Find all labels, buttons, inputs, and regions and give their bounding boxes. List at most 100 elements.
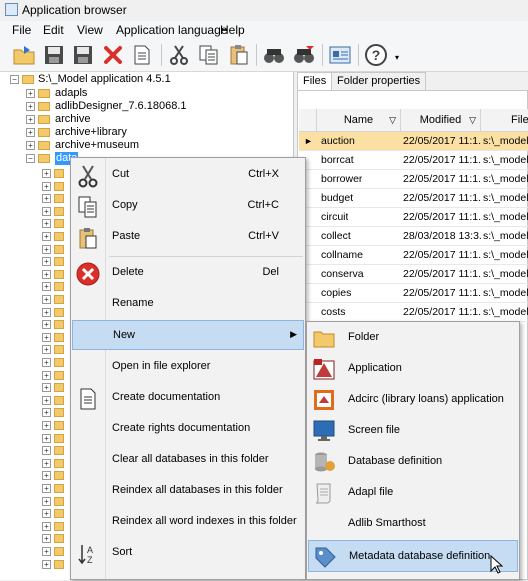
expand-icon[interactable]: + <box>42 332 51 342</box>
tree-child-item[interactable]: + <box>0 532 70 545</box>
cut-icon[interactable] <box>165 41 193 69</box>
tree-child-item[interactable]: + <box>0 495 70 508</box>
tree-child-item[interactable]: + <box>0 318 70 331</box>
tree-child-item[interactable]: + <box>0 217 70 230</box>
tree-child-item[interactable]: + <box>0 419 70 432</box>
tree-child-item[interactable]: + <box>0 205 70 218</box>
submenu-item-adapl[interactable]: Adapl file <box>307 477 519 508</box>
tree-child-item[interactable]: + <box>0 180 70 193</box>
column-name[interactable]: Name ▽ <box>317 109 401 131</box>
expand-icon[interactable]: + <box>42 320 51 330</box>
menu-edit[interactable]: Edit <box>43 23 64 37</box>
paste-icon[interactable] <box>225 41 253 69</box>
submenu-item-folder[interactable]: Folder <box>307 322 519 353</box>
tree-child-item[interactable]: + <box>0 343 70 356</box>
menu-item-create-documentation[interactable]: Create documentation <box>71 383 305 413</box>
tree-child-item[interactable]: + <box>0 369 70 382</box>
tree-item-adapls[interactable]: + adapls <box>0 87 290 100</box>
save-all-icon[interactable] <box>69 41 97 69</box>
expand-icon[interactable]: + <box>42 471 51 481</box>
expand-icon[interactable]: + <box>42 282 51 292</box>
tree-child-item[interactable]: + <box>0 255 70 268</box>
tree-child-item[interactable]: + <box>0 394 70 407</box>
tree-child-item[interactable]: + <box>0 293 70 306</box>
tree-child-item[interactable]: + <box>0 558 70 571</box>
table-row[interactable]: costs 22/05/2017 11:1...s:\_model a <box>299 303 528 322</box>
tree-item-archive-library[interactable]: + archive+library <box>0 126 290 139</box>
menu-item-new[interactable]: New ▶ <box>72 320 304 350</box>
expand-icon[interactable]: + <box>42 194 51 204</box>
tree-child-item[interactable]: + <box>0 306 70 319</box>
expand-icon[interactable]: + <box>42 559 51 569</box>
tree-child-item[interactable]: + <box>0 167 70 180</box>
expand-icon[interactable]: + <box>42 458 51 468</box>
expand-icon[interactable]: + <box>42 345 51 355</box>
submenu-item-metadata-database[interactable]: Metadata database definition <box>308 540 518 572</box>
table-row[interactable]: borrcat 22/05/2017 11:1...s:\_model a <box>299 151 528 170</box>
menu-item-paste[interactable]: Paste Ctrl+V <box>71 222 305 252</box>
tree-child-item[interactable]: + <box>0 230 70 243</box>
expand-icon[interactable]: + <box>42 521 51 531</box>
expand-icon[interactable]: + <box>42 307 51 317</box>
submenu-item-application[interactable]: Application <box>307 353 519 384</box>
expand-icon[interactable]: + <box>42 446 51 456</box>
tree-root[interactable]: − S:\_Model application 4.5.1 <box>0 73 290 86</box>
tree-child-item[interactable]: + <box>0 243 70 256</box>
tree-child-item[interactable]: + <box>0 280 70 293</box>
tree-child-item[interactable]: + <box>0 444 70 457</box>
expand-icon[interactable]: + <box>42 295 51 304</box>
tree-child-item[interactable]: + <box>0 482 70 495</box>
help-icon[interactable]: ? <box>362 41 390 69</box>
expand-icon[interactable]: + <box>42 370 51 380</box>
column-file[interactable]: File <box>481 109 528 131</box>
expand-icon[interactable]: + <box>42 496 51 506</box>
tree-child-item[interactable]: + <box>0 520 70 533</box>
find-next-icon[interactable] <box>290 41 318 69</box>
tree-child-item[interactable]: + <box>0 457 70 470</box>
submenu-item-adcirc[interactable]: Adcirc (library loans) application <box>307 384 519 415</box>
save-icon[interactable] <box>40 41 68 69</box>
tree-child-item[interactable]: + <box>0 356 70 369</box>
toolbar-overflow-icon[interactable]: ▾ <box>395 53 399 62</box>
expand-icon[interactable]: + <box>42 395 51 405</box>
menu-application-language[interactable]: Application language <box>116 23 227 37</box>
tree-child-item[interactable]: + <box>0 331 70 344</box>
find-icon[interactable] <box>260 41 288 69</box>
tab-folder-properties[interactable]: Folder properties <box>331 72 427 90</box>
submenu-item-database-definition[interactable]: Database definition <box>307 446 519 477</box>
table-row[interactable]: collname 22/05/2017 11:1...s:\_model a <box>299 246 528 265</box>
table-row[interactable]: copies 22/05/2017 11:1...s:\_model a <box>299 284 528 303</box>
table-row[interactable]: ► auction 22/05/2017 11:1...s:\_model a <box>299 132 528 151</box>
table-row[interactable]: collect 28/03/2018 13:3...s:\_model a <box>299 227 528 246</box>
expand-icon[interactable]: + <box>42 257 51 267</box>
menu-item-delete[interactable]: Delete Del <box>71 258 305 288</box>
menu-item-cut[interactable]: Cut Ctrl+X <box>71 160 305 190</box>
submenu-item-smarthost[interactable]: Adlib Smarthost <box>307 508 519 539</box>
menu-item-copy[interactable]: Copy Ctrl+C <box>71 191 305 221</box>
tree-child-item[interactable]: + <box>0 268 70 281</box>
tree-child-item[interactable]: + <box>0 192 70 205</box>
menu-item-open-explorer[interactable]: Open in file explorer <box>71 352 305 382</box>
expand-icon[interactable]: + <box>42 269 51 279</box>
expand-icon[interactable]: + <box>42 534 51 544</box>
document-icon[interactable] <box>128 41 156 69</box>
expand-icon[interactable]: + <box>42 358 51 367</box>
menu-help[interactable]: Help <box>220 23 245 37</box>
tree-child-item[interactable]: + <box>0 432 70 445</box>
tree-child-item[interactable]: + <box>0 507 70 520</box>
open-folder-icon[interactable] <box>10 41 38 69</box>
tree-child-item[interactable]: + <box>0 406 70 419</box>
expand-icon[interactable]: + <box>42 244 51 254</box>
menu-item-clear-databases[interactable]: Clear all databases in this folder <box>71 445 305 475</box>
expand-icon[interactable]: + <box>42 509 51 519</box>
expand-icon[interactable]: + <box>42 547 51 556</box>
expand-icon[interactable]: + <box>42 206 51 216</box>
tree-child-item[interactable]: + <box>0 469 70 482</box>
submenu-item-screen[interactable]: Screen file <box>307 415 519 446</box>
table-row[interactable]: conserva 22/05/2017 11:1...s:\_model a <box>299 265 528 284</box>
menu-item-sort[interactable]: AZ Sort <box>71 538 305 568</box>
copy-icon[interactable] <box>195 41 223 69</box>
menu-item-create-rights-documentation[interactable]: Create rights documentation <box>71 414 305 444</box>
expand-icon[interactable]: + <box>42 181 51 191</box>
menu-view[interactable]: View <box>77 23 103 37</box>
